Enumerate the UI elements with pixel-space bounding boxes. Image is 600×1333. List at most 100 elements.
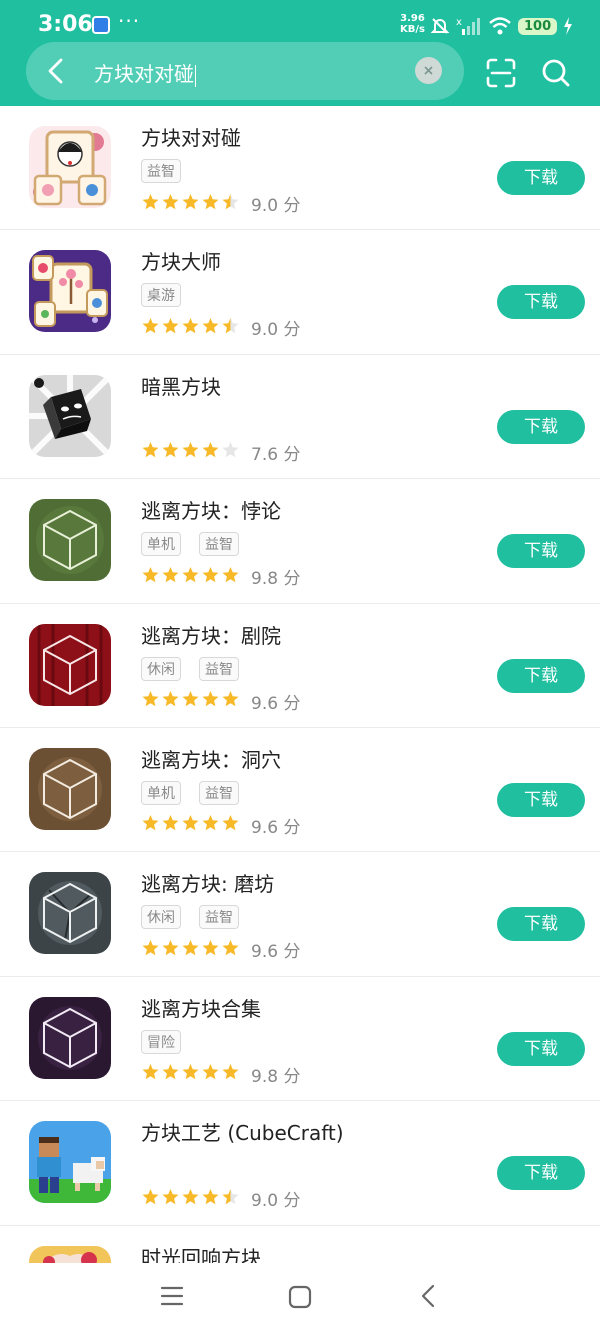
system-navigation-bar	[0, 1263, 600, 1333]
app-icon-dark-cube[interactable]	[29, 374, 111, 457]
result-item[interactable]: 方块工艺 (CubeCraft) 9.0 分 下载	[0, 1101, 600, 1226]
star-icon	[162, 317, 179, 334]
star-icon	[162, 1064, 179, 1080]
charging-icon	[564, 17, 573, 35]
download-button[interactable]: 下载	[497, 285, 585, 320]
download-button[interactable]: 下载	[497, 1031, 585, 1066]
search-results-list[interactable]: 方块对对碰 益智 9.0 分 下载 方块大师 桌游 9.0 分 下载 暗黑方块 …	[0, 106, 600, 1263]
star-icon	[202, 939, 219, 956]
star-icon	[162, 566, 179, 582]
download-button[interactable]: 下载	[497, 409, 585, 444]
star-icon	[222, 1188, 239, 1204]
app-title[interactable]: 逃离方块：洞穴	[141, 744, 281, 773]
tag-list: 冒险	[141, 1029, 181, 1054]
app-title[interactable]: 逃离方块：剧院	[141, 620, 281, 649]
rating: 9.6 分	[141, 813, 300, 838]
star-icon	[142, 1188, 159, 1204]
tag: 休闲	[141, 905, 181, 930]
star-icon	[222, 566, 239, 582]
download-button[interactable]: 下载	[497, 907, 585, 942]
back-arrow-icon[interactable]	[42, 56, 72, 86]
more-notifications-icon: ···	[118, 9, 141, 33]
rating-score: 7.6 分	[251, 444, 301, 465]
download-button[interactable]: 下载	[497, 534, 585, 569]
star-rating	[141, 814, 241, 836]
star-icon	[222, 193, 239, 209]
star-icon	[182, 1188, 199, 1204]
app-title[interactable]: 方块工艺 (CubeCraft)	[141, 1117, 344, 1146]
download-button[interactable]: 下载	[497, 782, 585, 817]
network-speed-value: 3.96	[400, 13, 425, 24]
tag-list: 休闲 益智	[141, 905, 239, 930]
app-title[interactable]: 逃离方块：悖论	[141, 495, 281, 524]
app-icon-cube-escape-cave[interactable]	[29, 747, 111, 830]
rating-score: 9.0 分	[251, 196, 301, 216]
search-query: 方块对对碰	[94, 62, 194, 86]
star-icon	[142, 815, 159, 831]
tag-list: 单机 益智	[141, 532, 239, 557]
app-title[interactable]: 逃离方块合集	[141, 993, 261, 1022]
rating: 9.6 分	[141, 689, 300, 714]
status-icons: x 100	[430, 13, 573, 39]
close-icon	[424, 66, 433, 75]
tag: 桌游	[141, 283, 181, 308]
app-icon-geisha-tiles[interactable]	[29, 126, 111, 208]
download-button[interactable]: 下载	[497, 658, 585, 693]
tag: 冒险	[141, 1029, 181, 1054]
download-button[interactable]: 下载	[497, 1156, 585, 1191]
menu-icon[interactable]	[160, 1285, 184, 1307]
scan-icon[interactable]	[486, 58, 516, 88]
svg-text:x: x	[456, 17, 462, 28]
search-bar[interactable]: 方块对对碰	[26, 42, 464, 100]
app-title[interactable]: 方块大师	[141, 246, 221, 275]
app-icon-cube-escape-paradox[interactable]	[29, 499, 111, 582]
download-button[interactable]: 下载	[497, 161, 585, 195]
back-icon[interactable]	[418, 1284, 438, 1308]
rating-score: 9.6 分	[251, 817, 301, 838]
result-item[interactable]: 逃离方块: 磨坊 休闲 益智 9.6 分 下载	[0, 852, 600, 977]
rating-score: 9.6 分	[251, 693, 301, 714]
app-title[interactable]: 暗黑方块	[141, 371, 221, 400]
star-icon	[222, 815, 239, 831]
star-icon	[162, 815, 179, 831]
result-item[interactable]: 逃离方块：剧院 休闲 益智 9.6 分 下载	[0, 604, 600, 728]
tag: 益智	[141, 159, 181, 183]
app-title[interactable]: 方块对对碰	[141, 122, 241, 151]
app-title[interactable]: 逃离方块: 磨坊	[141, 868, 274, 897]
result-item[interactable]: 逃离方块：洞穴 单机 益智 9.6 分 下载	[0, 728, 600, 853]
app-icon-cube-escape-theatre[interactable]	[29, 623, 111, 706]
home-icon[interactable]	[288, 1285, 312, 1309]
star-rating	[141, 193, 241, 215]
star-icon	[182, 939, 199, 956]
app-icon-cube-escape-mill[interactable]	[29, 872, 111, 955]
app-icon-echoes-of-time-cube[interactable]	[29, 1245, 111, 1263]
star-icon	[182, 566, 199, 582]
rating: 9.0 分	[141, 191, 300, 216]
result-item[interactable]: 时光回响方块	[0, 1226, 600, 1263]
search-input[interactable]: 方块对对碰	[94, 58, 196, 87]
rating: 7.6 分	[141, 440, 300, 465]
app-title[interactable]: 时光回响方块	[141, 1242, 261, 1263]
app-icon-mahjong-master[interactable]	[29, 250, 111, 333]
star-icon	[142, 1064, 159, 1080]
result-item[interactable]: 方块大师 桌游 9.0 分 下载	[0, 230, 600, 355]
star-icon	[142, 939, 159, 956]
app-icon-cubecraft[interactable]	[29, 1121, 111, 1204]
network-speed-unit: KB/s	[400, 24, 425, 35]
result-item[interactable]: 逃离方块合集 冒险 9.8 分 下载	[0, 977, 600, 1102]
tag-list: 单机 益智	[141, 780, 239, 805]
clear-search-button[interactable]	[415, 57, 442, 84]
result-item[interactable]: 逃离方块：悖论 单机 益智 9.8 分 下载	[0, 479, 600, 604]
result-item[interactable]: 暗黑方块 7.6 分 下载	[0, 355, 600, 480]
search-icon[interactable]	[541, 58, 571, 88]
rating: 9.0 分	[141, 1186, 300, 1211]
star-icon	[202, 442, 219, 458]
text-cursor	[195, 64, 196, 87]
tag: 益智	[199, 780, 239, 805]
status-time: 3:06	[38, 12, 93, 37]
star-icon	[222, 1064, 239, 1080]
result-item[interactable]: 方块对对碰 益智 9.0 分 下载	[0, 106, 600, 231]
app-icon-cube-escape-collection[interactable]	[29, 996, 111, 1079]
star-icon	[162, 442, 179, 458]
star-icon	[142, 691, 159, 707]
